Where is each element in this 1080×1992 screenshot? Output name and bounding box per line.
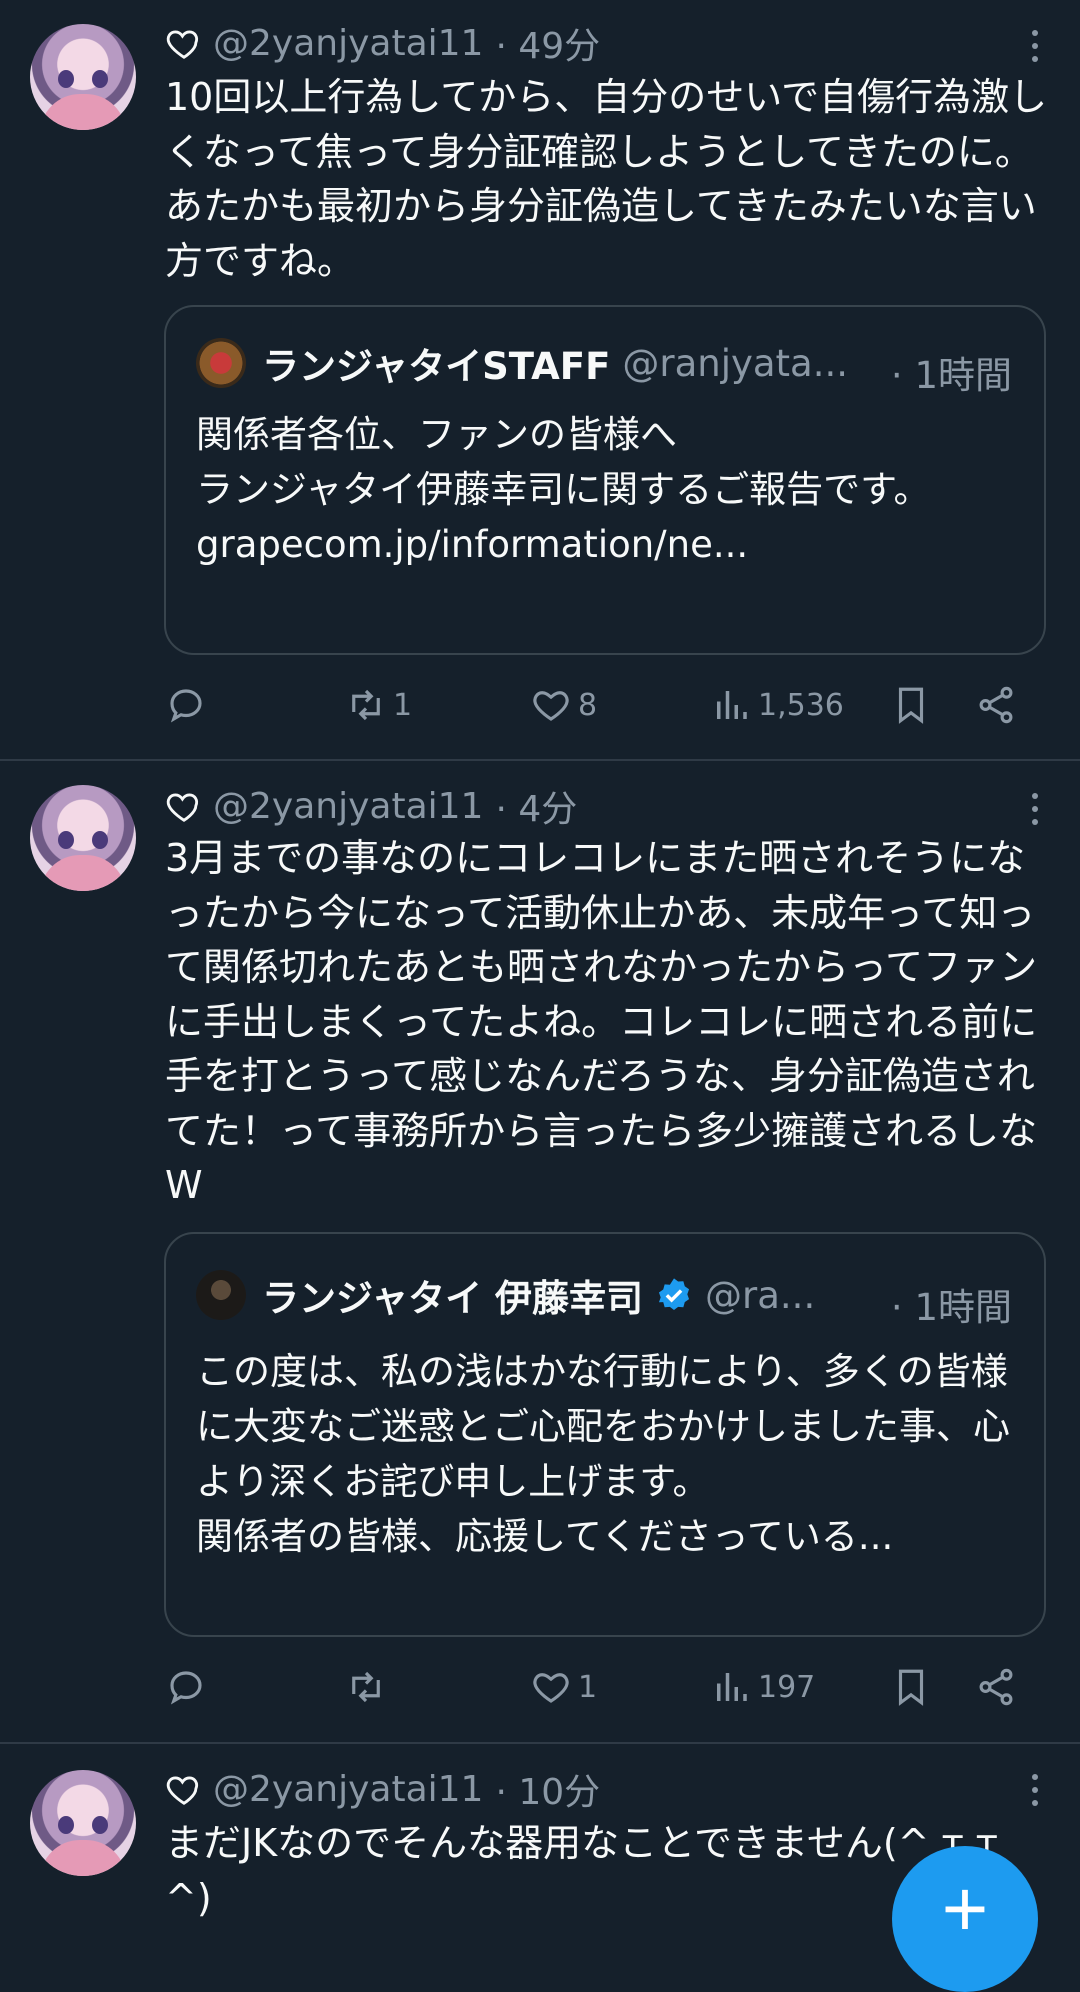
tweet-time[interactable]: · 49分 [495,17,600,69]
retweet-icon [352,689,380,721]
quoted-author-name: ランジャタイ 伊藤幸司 [262,1277,644,1320]
quoted-author-handle: @ranjyata... [622,341,849,385]
share-icon [979,686,1013,724]
reply-icon [170,689,202,723]
share-button[interactable] [975,684,1023,726]
tweet-header: @2yanjyatai11 · 4分 [165,781,577,831]
quoted-author-name: ランジャタイSTAFF [262,345,611,388]
quoted-tweet-time: · 1時間 [890,354,1012,397]
views-count: 197 [758,1669,816,1705]
quoted-tweet[interactable]: ランジャタイ 伊藤幸司 @ra... · 1時間 この度は、私の浅はかな行動によ… [164,1232,1046,1637]
more-options-icon[interactable] [1030,30,1040,70]
views-icon [717,1673,747,1701]
retweet-icon [352,1671,380,1703]
like-button[interactable]: 8 [530,684,597,726]
tweet[interactable]: @2yanjyatai11 · 4分 3月までの事なのにコレコレにまた晒されそう… [0,761,1080,1743]
tweet-text: 3月までの事なのにコレコレにまた晒されそうになったから今になって活動休止かあ、未… [165,836,1038,1207]
more-options-icon[interactable] [1030,793,1040,833]
reply-button[interactable] [165,684,213,726]
share-button[interactable] [975,1666,1023,1708]
avatar[interactable] [30,1770,136,1876]
bookmark-icon [898,687,924,724]
tweet-text: 10回以上行為してから、自分のせいで自傷行為激しくなって焦って身分証確認しようと… [165,75,1048,283]
reply-button[interactable] [165,1666,213,1708]
tweet[interactable]: @2yanjyatai11 · 49分 10回以上行為してから、自分のせいで自傷… [0,0,1080,760]
plus-icon: + [941,1864,989,1953]
heart-icon [166,30,199,59]
verified-badge-icon [658,1278,690,1311]
avatar[interactable] [30,785,136,891]
retweet-button[interactable]: 1 [345,684,412,726]
retweet-button[interactable] [345,1666,393,1708]
quoted-tweet-header: ランジャタイSTAFF @ranjyata... [196,337,848,389]
tweet-actions: 1 197 [165,1666,1045,1716]
tweet-handle[interactable]: @2yanjyatai11 [213,23,483,64]
avatar [196,1270,246,1320]
heart-icon [533,1673,569,1703]
views-icon [717,691,747,719]
quoted-author-handle: @ra... [705,1273,816,1317]
tweet-header: @2yanjyatai11 · 10分 [165,1764,600,1814]
like-count: 1 [578,1669,598,1705]
quoted-tweet[interactable]: ランジャタイSTAFF @ranjyata... · 1時間 関係者各位、ファン… [164,305,1046,655]
bookmark-button[interactable] [890,1666,938,1708]
like-button[interactable]: 1 [530,1666,597,1708]
reply-icon [170,1671,202,1705]
quoted-tweet-time: · 1時間 [890,1286,1012,1329]
tweet-actions: 1 8 1,536 [165,684,1045,734]
quoted-tweet-header: ランジャタイ 伊藤幸司 @ra... [196,1269,815,1321]
compose-tweet-button[interactable]: + [892,1846,1038,1992]
heart-icon [166,793,199,822]
tweet-time[interactable]: · 10分 [495,1763,600,1815]
tweet-handle[interactable]: @2yanjyatai11 [213,786,483,827]
tweet-time[interactable]: · 4分 [495,780,577,832]
bookmark-button[interactable] [890,684,938,726]
retweet-count: 1 [393,687,413,723]
avatar [196,338,246,388]
tweet-handle[interactable]: @2yanjyatai11 [213,1769,483,1810]
views-count: 1,536 [758,687,844,723]
avatar[interactable] [30,24,136,130]
more-options-icon[interactable] [1030,1774,1040,1814]
quoted-tweet-text: この度は、私の浅はかな行動により、多くの皆様に大変なご迷惑とご心配をおかけしまし… [196,1350,1010,1558]
share-icon [979,1668,1013,1706]
quoted-tweet-text: 関係者各位、ファンの皆様へ ランジャタイ伊藤幸司に関するご報告です。 grape… [196,413,931,566]
views-button[interactable]: 1,536 [710,684,844,726]
like-count: 8 [578,687,598,723]
heart-icon [533,691,569,721]
views-button[interactable]: 197 [710,1666,815,1708]
heart-icon [166,1776,199,1805]
tweet-header: @2yanjyatai11 · 49分 [165,18,600,68]
bookmark-icon [898,1669,924,1706]
